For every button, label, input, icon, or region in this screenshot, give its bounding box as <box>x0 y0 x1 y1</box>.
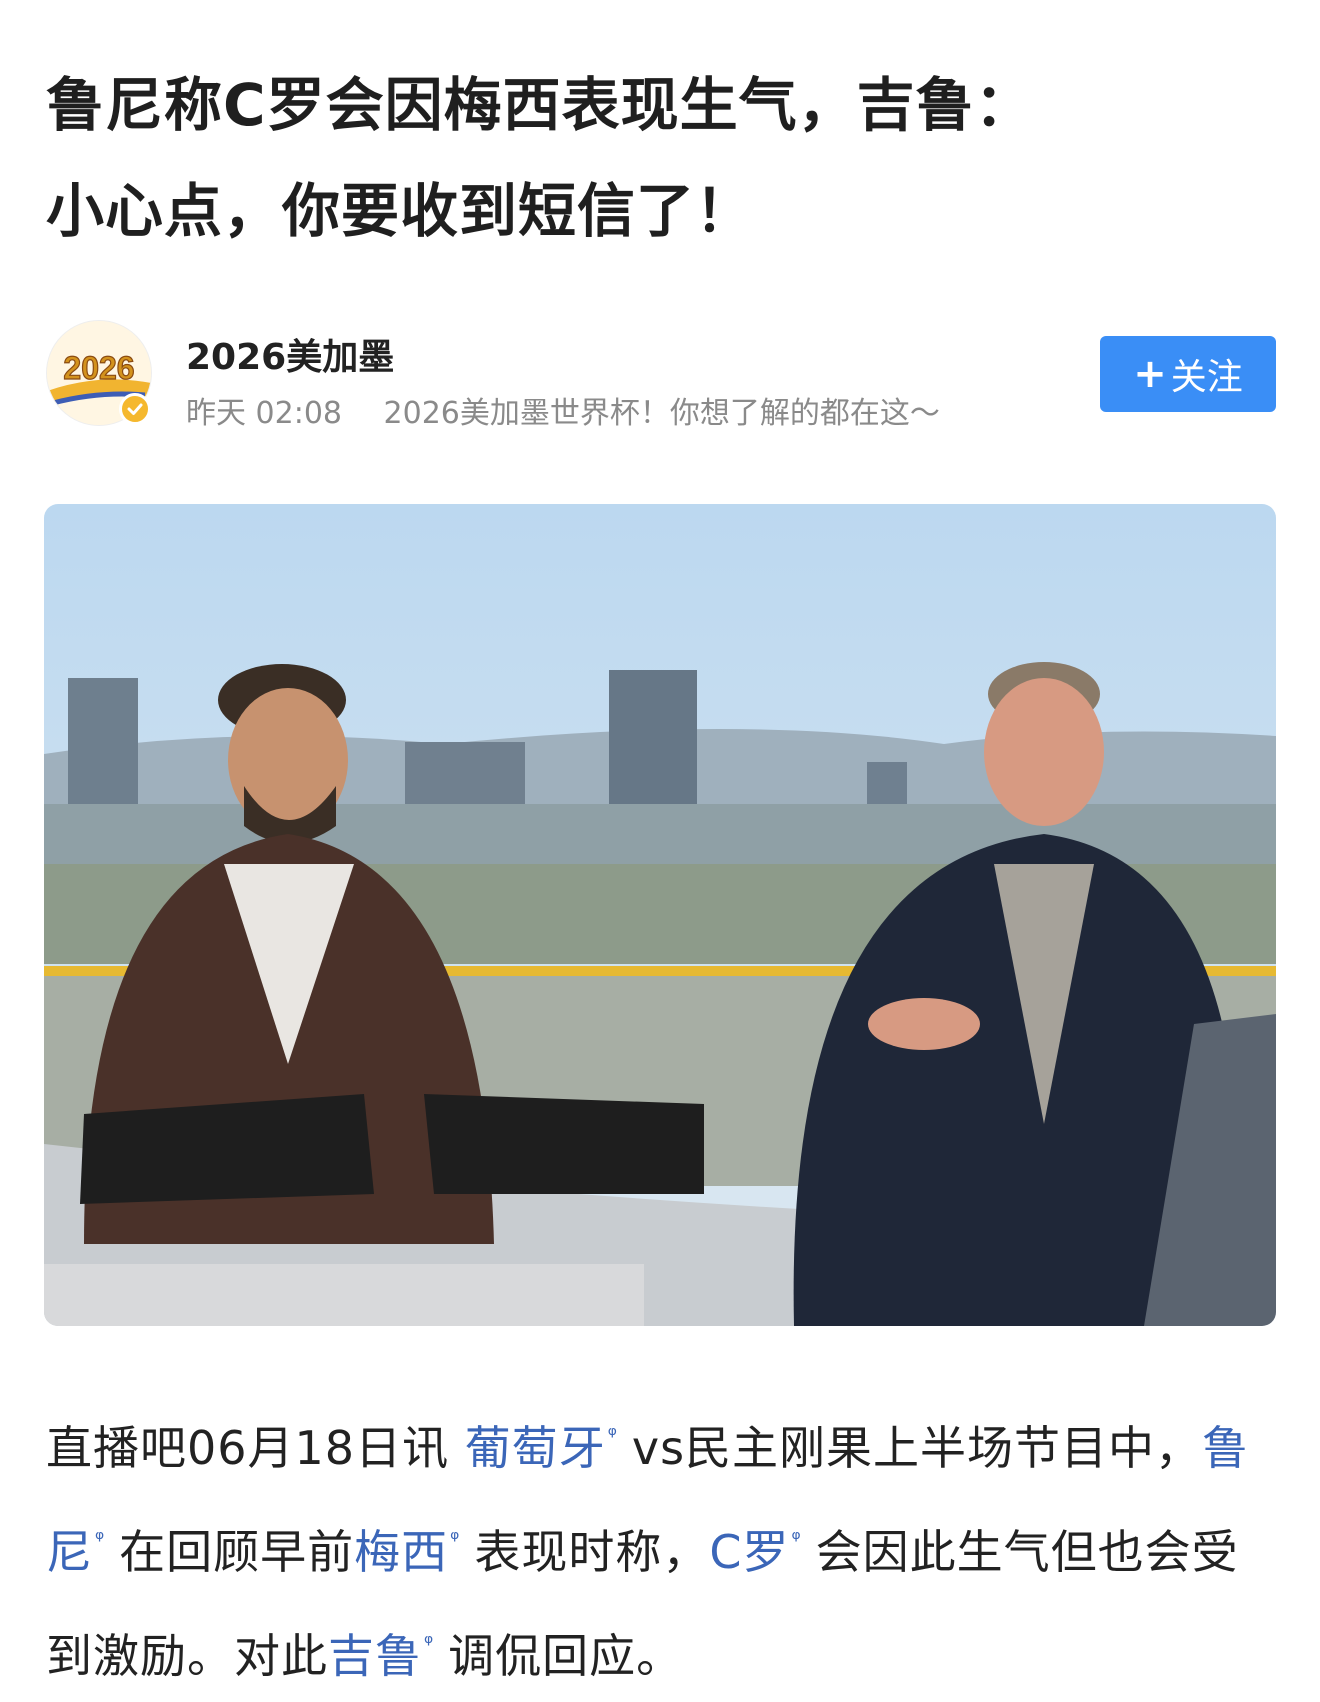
body-text-lead: 直播吧06月18日讯 <box>46 1421 465 1475</box>
plus-icon: + <box>1133 351 1167 397</box>
search-icon: ᵠ <box>95 1527 106 1552</box>
post-time: 昨天 02:08 <box>186 396 342 431</box>
follow-button[interactable]: + 关注 <box>1100 336 1276 412</box>
link-cristiano-ronaldo[interactable]: C罗 <box>709 1525 789 1579</box>
link-portugal[interactable]: 葡萄牙 <box>465 1421 606 1475</box>
follow-button-label: 关注 <box>1170 357 1243 398</box>
link-messi[interactable]: 梅西 <box>354 1525 448 1579</box>
body-text-mid3: 表现时称， <box>474 1525 710 1579</box>
search-icon: ᵠ <box>450 1527 461 1552</box>
body-text-mid1: vs民主刚果上半场节目中， <box>631 1421 1203 1475</box>
article-body: 直播吧06月18日讯 葡萄牙ᵠ vs民主刚果上半场节目中，鲁尼ᵠ 在回顾早前梅西ᵠ 表… <box>46 1390 1278 1702</box>
avatar-logo-text: 2026 <box>63 350 134 386</box>
article-photo[interactable] <box>44 504 1276 1326</box>
author-meta: 昨天 02:08 2026美加墨世界杯！你想了解的都在这～ <box>186 388 940 432</box>
search-icon: ᵠ <box>607 1423 618 1448</box>
verified-badge-icon <box>119 393 151 425</box>
search-icon: ᵠ <box>791 1527 802 1552</box>
body-text-end: 调侃回应。 <box>448 1629 684 1683</box>
author-name[interactable]: 2026美加墨 <box>186 328 394 380</box>
search-icon: ᵠ <box>424 1631 435 1656</box>
article-title-line1: 鲁尼称C罗会因梅西表现生气，吉鲁： <box>46 71 1034 139</box>
author-bar: 2026 2026美加墨 昨天 02:08 2026美加墨世界杯！你想了解的都在… <box>46 320 1276 432</box>
author-description: 2026美加墨世界杯！你想了解的都在这～ <box>383 396 940 431</box>
avatar[interactable]: 2026 <box>46 320 152 426</box>
article-title: 鲁尼称C罗会因梅西表现生气，吉鲁： 小心点，你要收到短信了！ <box>46 52 1276 264</box>
article-title-line2: 小心点，你要收到短信了！ <box>46 177 755 245</box>
body-text-mid2: 在回顾早前 <box>119 1525 355 1579</box>
link-giroud[interactable]: 吉鲁 <box>328 1629 422 1683</box>
studio-photo-illustration <box>44 504 1276 1326</box>
